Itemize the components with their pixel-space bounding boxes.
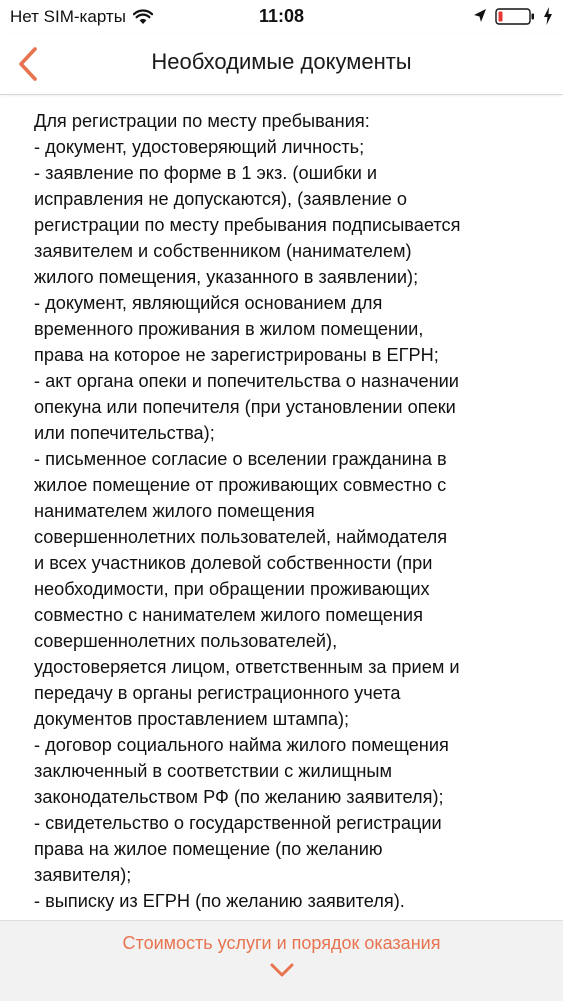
text-line: совершеннолетних пользователей, наймодат… (34, 527, 448, 547)
text-line: права на которое не зарегистрированы в Е… (34, 345, 439, 365)
navigation-bar: Необходимые документы (0, 34, 563, 95)
text-line: удостоверяется лицом, ответственным за п… (34, 657, 460, 677)
service-cost-link[interactable]: Стоимость услуги и порядок оказания (0, 933, 563, 954)
text-line: документов проставлением штампа); (34, 709, 350, 729)
service-cost-panel[interactable]: Стоимость услуги и порядок оказания (0, 920, 563, 1001)
text-line: и всех участников долевой собственности … (34, 553, 433, 573)
text-line: заявителем и собственником (нанимателем) (34, 241, 412, 261)
status-bar: Нет SIM-карты 11:08 (0, 0, 563, 34)
text-line: права на жилое помещение (по желанию (34, 839, 383, 859)
location-arrow-icon (474, 9, 486, 22)
text-line: временного проживания в жилом помещении, (34, 319, 424, 339)
text-line: законодательством РФ (по желанию заявите… (34, 787, 444, 807)
text-line: заключенный в соответствии с жилищным (34, 761, 392, 781)
back-button[interactable] (6, 42, 50, 86)
battery-icon (495, 7, 534, 25)
text-line: - письменное согласие о вселении граждан… (34, 449, 447, 469)
text-line: - документ, являющийся основанием для (34, 293, 383, 313)
text-line: жилое помещение от проживающих совместно… (34, 475, 447, 495)
text-line: нанимателем жилого помещения (34, 501, 315, 521)
documents-text: Для регистрации по месту пребывания: - д… (34, 108, 530, 914)
text-line: необходимости, при обращении проживающих (34, 579, 430, 599)
text-line: - документ, удостоверяющий личность; (34, 137, 365, 157)
text-line: - договор социального найма жилого помещ… (34, 735, 449, 755)
text-line: - выписку из ЕГРН (по желанию заявителя)… (34, 891, 405, 911)
text-line: или попечительства); (34, 423, 215, 443)
text-line: опекуна или попечителя (при установлении… (34, 397, 456, 417)
text-line: регистрации по месту пребывания подписыв… (34, 215, 461, 235)
text-line: Для регистрации по месту пребывания: (34, 111, 370, 131)
status-indicators (473, 7, 553, 25)
page-title: Необходимые документы (151, 49, 412, 74)
text-line: - заявление по форме в 1 экз. (ошибки и (34, 163, 378, 183)
chevron-down-icon[interactable] (270, 963, 294, 977)
charging-bolt-icon (544, 7, 552, 25)
text-line: совершеннолетних пользователей), (34, 631, 338, 651)
text-line: - акт органа опеки и попечительства о на… (34, 371, 459, 391)
text-line: передачу в органы регистрационного учета (34, 683, 401, 703)
text-line: заявителя); (34, 865, 132, 885)
text-line: совместно с нанимателем жилого помещения (34, 605, 423, 625)
chevron-left-icon (19, 47, 37, 81)
text-line: исправления не допускаются), (заявление … (34, 189, 407, 209)
text-line: - свидетельство о государственной регист… (34, 813, 442, 833)
text-line: жилого помещения, указанного в заявлении… (34, 267, 419, 287)
